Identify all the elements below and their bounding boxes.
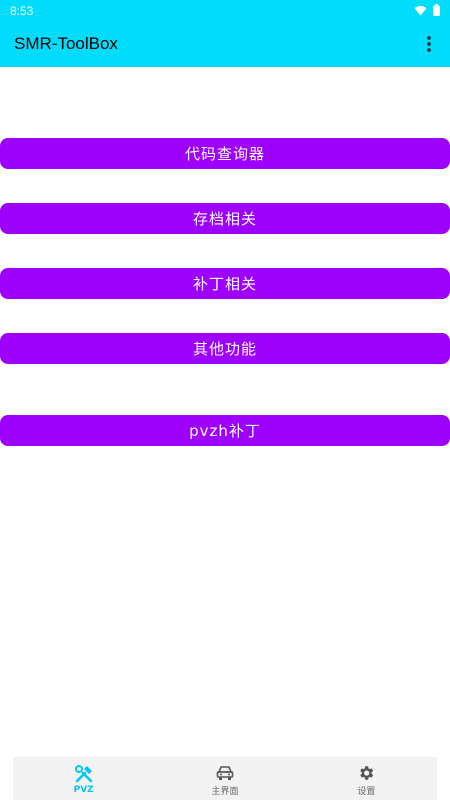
status-time: 8:53 — [10, 4, 34, 18]
pvzh-patch-button[interactable]: pvzh补丁 — [0, 415, 450, 446]
nav-label-main: 主界面 — [211, 786, 239, 797]
gear-icon — [356, 763, 376, 783]
nav-label-settings: 设置 — [357, 786, 376, 797]
nav-label-pvz: PVZ — [73, 785, 94, 795]
bottom-navigation: PVZ 主界面 设置 — [13, 757, 437, 800]
overflow-menu-button[interactable] — [418, 31, 440, 57]
car-icon — [215, 763, 235, 783]
save-related-button[interactable]: 存档相关 — [0, 203, 450, 234]
patch-related-button[interactable]: 补丁相关 — [0, 268, 450, 299]
app-title: SMR-ToolBox — [14, 34, 118, 53]
status-bar: 8:53 — [0, 0, 450, 22]
nav-item-settings[interactable]: 设置 — [296, 757, 437, 800]
app-bar: SMR-ToolBox — [0, 22, 450, 67]
nav-item-pvz[interactable]: PVZ — [13, 757, 154, 800]
wifi-icon — [414, 5, 427, 15]
code-query-button[interactable]: 代码查询器 — [0, 138, 450, 169]
nav-item-main[interactable]: 主界面 — [154, 757, 295, 800]
more-vert-icon — [427, 36, 431, 52]
battery-icon — [433, 4, 440, 16]
status-icons — [414, 4, 440, 16]
other-functions-button[interactable]: 其他功能 — [0, 333, 450, 364]
main-content: 代码查询器 存档相关 补丁相关 其他功能 pvzh补丁 — [0, 67, 450, 757]
tools-icon — [74, 764, 94, 784]
